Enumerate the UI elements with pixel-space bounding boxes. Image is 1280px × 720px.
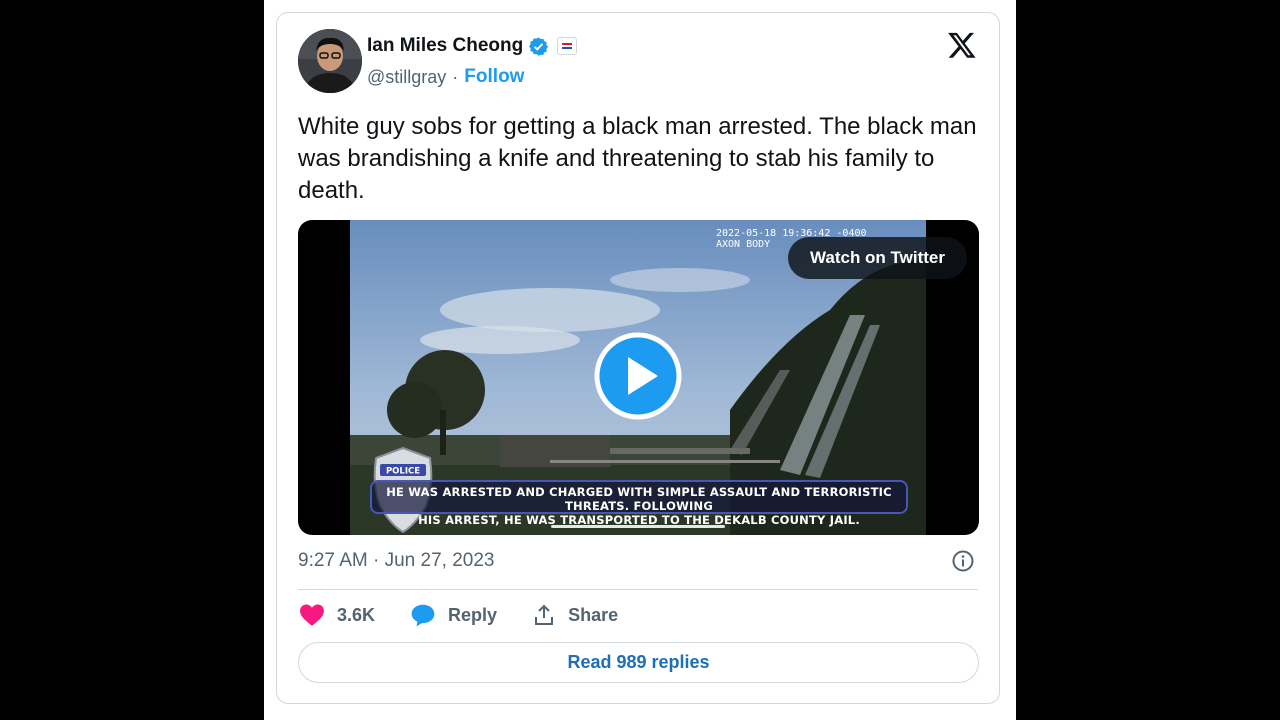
follow-button[interactable]: Follow [464, 66, 524, 88]
handle-row: @stillgray · Follow [367, 66, 524, 88]
badge-text: POLICE [386, 467, 420, 477]
divider [298, 589, 978, 590]
play-button-icon[interactable] [594, 332, 682, 420]
heart-icon [300, 604, 324, 626]
like-button[interactable]: 3.6K [299, 603, 375, 627]
separator: · [452, 66, 459, 87]
avatar[interactable] [298, 29, 362, 93]
display-name[interactable]: Ian Miles Cheong [367, 35, 523, 57]
x-logo-icon[interactable] [947, 30, 977, 60]
page: Ian Miles Cheong @stillgray · Follow Whi… [264, 0, 1016, 720]
verified-badge-icon [529, 36, 549, 56]
caption-line-1: HE WAS ARRESTED AND CHARGED WITH SIMPLE … [386, 485, 892, 513]
video-caption: HE WAS ARRESTED AND CHARGED WITH SIMPLE … [370, 480, 908, 527]
video-player[interactable]: 2022-05-18 19:36:42 -0400 AXON BODY Watc… [298, 220, 979, 535]
info-icon[interactable] [951, 549, 975, 573]
share-icon [535, 604, 554, 625]
tweet-card: Ian Miles Cheong @stillgray · Follow Whi… [276, 12, 1000, 704]
action-bar: 3.6K Reply Share [299, 603, 653, 627]
watch-on-twitter-button[interactable]: Watch on Twitter [787, 237, 967, 279]
reply-label: Reply [448, 604, 498, 625]
affiliate-badge-icon [557, 37, 578, 55]
handle[interactable]: @stillgray [367, 67, 446, 88]
reply-bubble-icon [411, 604, 435, 627]
like-count: 3.6K [337, 604, 376, 625]
share-button[interactable]: Share [532, 603, 618, 627]
video-progress-bar[interactable] [551, 525, 725, 528]
tweet-timestamp[interactable]: 9:27 AM · Jun 27, 2023 [298, 550, 494, 572]
read-replies-button[interactable]: Read 989 replies [298, 642, 979, 683]
reply-button[interactable]: Reply [410, 603, 497, 627]
share-label: Share [568, 604, 619, 625]
author-name-row: Ian Miles Cheong [367, 35, 578, 57]
tweet-text: White guy sobs for getting a black man a… [298, 113, 977, 204]
